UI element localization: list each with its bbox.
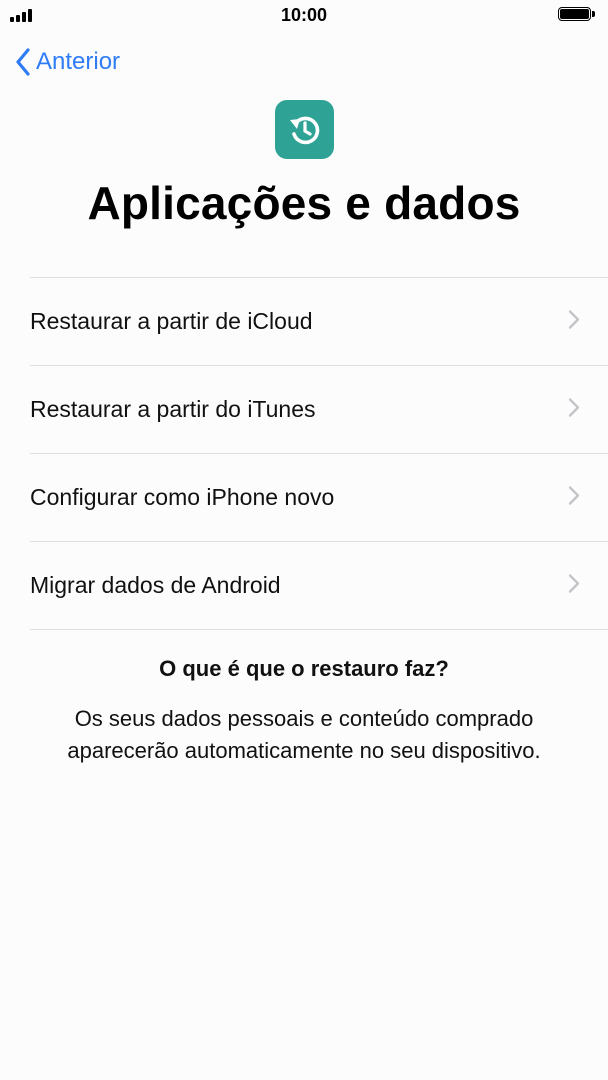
- option-label: Migrar dados de Android: [30, 572, 281, 598]
- chevron-right-icon: [568, 573, 580, 598]
- info-heading: O que é que o restauro faz?: [159, 656, 449, 681]
- status-bar: 10:00: [0, 0, 608, 32]
- option-label: Restaurar a partir do iTunes: [30, 396, 316, 422]
- info-body-line: aparecerão automaticamente no seu dispos…: [67, 738, 541, 763]
- option-label: Configurar como iPhone novo: [30, 484, 335, 510]
- chevron-left-icon: [16, 47, 30, 77]
- page-title: Aplicações e dados: [87, 177, 521, 229]
- restore-backup-icon: [275, 100, 334, 159]
- chevron-right-icon: [568, 309, 580, 334]
- info-body-line: Os seus dados pessoais e conteúdo compra…: [74, 706, 534, 731]
- option-migrate-android[interactable]: Migrar dados de Android: [30, 541, 608, 630]
- back-button[interactable]: Anterior: [16, 44, 120, 80]
- option-restore-itunes[interactable]: Restaurar a partir do iTunes: [30, 365, 608, 453]
- option-label: Restaurar a partir de iCloud: [30, 308, 313, 334]
- chevron-right-icon: [568, 397, 580, 422]
- info-body: Os seus dados pessoais e conteúdo compra…: [20, 703, 588, 767]
- chevron-right-icon: [568, 485, 580, 510]
- status-time: 10:00: [280, 5, 328, 25]
- restore-options-list: Restaurar a partir de iCloud Restaurar a…: [30, 277, 608, 630]
- back-button-label: Anterior: [36, 48, 121, 75]
- battery-full-icon: [558, 7, 598, 23]
- option-restore-icloud[interactable]: Restaurar a partir de iCloud: [30, 277, 608, 365]
- option-setup-new-iphone[interactable]: Configurar como iPhone novo: [30, 453, 608, 541]
